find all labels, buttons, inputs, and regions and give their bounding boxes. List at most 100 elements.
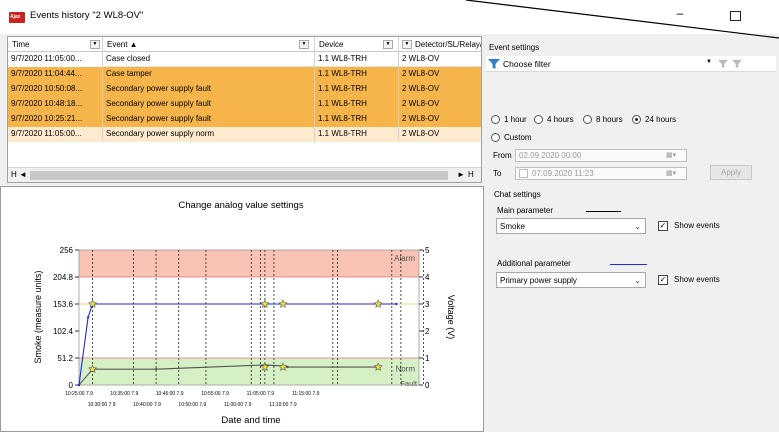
x-tick-label: 10:25:00 7.9: [65, 391, 93, 397]
chevron-down-icon[interactable]: ▼: [383, 40, 393, 49]
table-cell-event: Secondary power supply norm: [103, 127, 315, 142]
chevron-down-icon[interactable]: ▼: [299, 40, 309, 49]
app-logo-text: Ajax: [10, 14, 21, 20]
filter-combobox[interactable]: Choose filter ▼: [486, 56, 776, 72]
y2-tick-label: 5: [425, 246, 430, 255]
x-tick-label: 10:40:00 7.9: [133, 402, 161, 408]
show-events-main-checkbox[interactable]: ✓: [658, 221, 668, 231]
table-cell-device: 1.1 WL8-TRH: [315, 97, 399, 112]
events-table[interactable]: Time ▼ Event ▲ ▼ Device ▼ Detector/SL/Re…: [7, 36, 482, 183]
table-cell-detector: 2 WL8-OV: [399, 112, 481, 127]
event-marker-star-icon: [260, 299, 270, 308]
table-cell-device: 1.1 WL8-TRH: [315, 82, 399, 97]
chart-panel: Change analog value settings Date and tim…: [0, 186, 484, 432]
x-tick-label: 11:10:00 7.9: [269, 402, 297, 408]
x-axis-label: Date and time: [221, 415, 280, 426]
to-label: To: [493, 169, 502, 178]
period-radio[interactable]: [534, 115, 543, 124]
filter-placeholder: Choose filter: [503, 59, 551, 69]
table-cell-detector: 2 WL8-OV: [399, 82, 481, 97]
table-row[interactable]: 9/7/2020 11:05:00... Case closed 1.1 WL8-T…: [8, 52, 481, 67]
x-tick-label: 10:35:00 7.9: [110, 391, 138, 397]
from-datetime-value: 02.09.2020 00:00: [519, 151, 582, 160]
scroll-first-icon[interactable]: H: [11, 170, 17, 179]
show-events-additional-checkbox[interactable]: ✓: [658, 275, 668, 285]
table-cell-time: 9/7/2020 11:05:00...: [8, 52, 103, 67]
table-row[interactable]: 9/7/2020 10:50:08... Secondary power supp…: [8, 82, 481, 97]
scroll-last-icon[interactable]: H: [468, 170, 474, 179]
additional-parameter-line-swatch: [610, 264, 647, 265]
x-tick-label: 10:50:00 7.9: [178, 402, 206, 408]
custom-period-radio[interactable]: [491, 133, 500, 142]
apply-button[interactable]: Apply: [710, 165, 752, 180]
chevron-down-icon[interactable]: ▼: [402, 40, 412, 49]
chat-settings-heading: Chat settings: [494, 190, 541, 199]
chevron-down-icon: ⌄: [634, 276, 641, 285]
scroll-right-icon[interactable]: ►: [457, 170, 465, 179]
table-row[interactable]: 9/7/2020 11:04:44... Case tamper 1.1 WL8-T…: [8, 67, 481, 82]
column-header-label: Event ▲: [107, 40, 138, 49]
period-radio[interactable]: [632, 115, 641, 124]
zone-label: Norm: [395, 365, 415, 374]
table-cell-time: 9/7/2020 11:05:00...: [8, 127, 103, 142]
x-tick-label: 11:00:00 7.9: [224, 402, 252, 408]
column-header-label: Detector/SL/Relay/L: [415, 40, 482, 49]
x-tick-label: 10:55:00 7.9: [201, 391, 229, 397]
table-row[interactable]: 9/7/2020 11:05:00... Secondary power supp…: [8, 127, 481, 142]
event-marker-star-icon: [278, 299, 288, 308]
additional-parameter-select[interactable]: Primary power supply ⌄: [496, 272, 646, 288]
table-cell-detector: 2 WL8-OV: [399, 97, 481, 112]
y2-tick-label: 3: [425, 300, 430, 309]
series-point: [86, 316, 90, 319]
to-enable-checkbox[interactable]: [519, 169, 528, 178]
y-tick-label: 256: [60, 246, 74, 255]
y-tick-label: 0: [69, 381, 74, 390]
analog-value-chart[interactable]: Change analog value settings Date and tim…: [1, 187, 483, 431]
y2-tick-label: 1: [425, 354, 430, 363]
y-tick-label: 204.8: [53, 273, 74, 282]
main-parameter-select[interactable]: Smoke ⌄: [496, 218, 646, 234]
period-radio[interactable]: [491, 115, 500, 124]
scrollbar-thumb[interactable]: [30, 171, 448, 180]
scroll-left-icon[interactable]: ◄: [19, 170, 27, 179]
horizontal-scrollbar[interactable]: H ◄ ► H: [8, 167, 481, 182]
table-row[interactable]: 9/7/2020 10:25:21... Secondary power supp…: [8, 112, 481, 127]
chat-settings-panel: Chat settings Main parameter Smoke ⌄ ✓ S…: [486, 186, 779, 432]
apply-filter-icon[interactable]: [718, 59, 728, 69]
app-logo-icon: Ajax: [9, 12, 25, 23]
show-events-main-label: Show events: [674, 221, 720, 230]
table-row[interactable]: 9/7/2020 10:48:18... Secondary power supp…: [8, 97, 481, 112]
calendar-icon[interactable]: ▦▾: [666, 169, 680, 178]
period-radio[interactable]: [583, 115, 592, 124]
chevron-down-icon[interactable]: ▼: [706, 59, 712, 65]
from-label: From: [493, 151, 512, 160]
period-radio-label: 1 hour: [504, 115, 527, 124]
to-datetime-field[interactable]: 07.09.2020 11:23 ▦▾: [515, 167, 687, 180]
table-cell-time: 9/7/2020 10:25:21...: [8, 112, 103, 127]
table-cell-device: 1.1 WL8-TRH: [315, 52, 399, 67]
period-radio-label: 4 hours: [547, 115, 574, 124]
x-tick-label: 10:30:00 7.9: [88, 402, 116, 408]
y-tick-label: 51.2: [57, 354, 73, 363]
column-header-time[interactable]: Time ▼: [8, 37, 103, 52]
column-header-label: Device: [319, 40, 344, 49]
column-header-detector[interactable]: Detector/SL/Relay/L ▼: [399, 37, 482, 52]
column-header-label: Time: [12, 40, 30, 49]
y-tick-label: 153.6: [53, 300, 74, 309]
table-cell-device: 1.1 WL8-TRH: [315, 112, 399, 127]
calendar-icon[interactable]: ▦▾: [666, 151, 680, 160]
series-point: [154, 367, 158, 371]
clear-filter-icon[interactable]: [732, 59, 742, 69]
zone-band: [79, 250, 419, 277]
maximize-button[interactable]: [730, 11, 741, 21]
table-cell-time: 9/7/2020 10:50:08...: [8, 82, 103, 97]
column-header-event[interactable]: Event ▲ ▼: [103, 37, 315, 52]
column-header-device[interactable]: Device ▼: [315, 37, 399, 52]
from-datetime-field[interactable]: 02.09.2020 00:00 ▦▾: [515, 149, 687, 162]
fault-zone-label: Fault: [400, 379, 418, 388]
minimize-button[interactable]: –: [672, 7, 688, 23]
table-cell-event: Secondary power supply fault: [103, 112, 315, 127]
custom-period-label: Custom: [504, 133, 532, 142]
chevron-down-icon: ⌄: [634, 222, 641, 231]
chevron-down-icon[interactable]: ▼: [90, 40, 100, 49]
